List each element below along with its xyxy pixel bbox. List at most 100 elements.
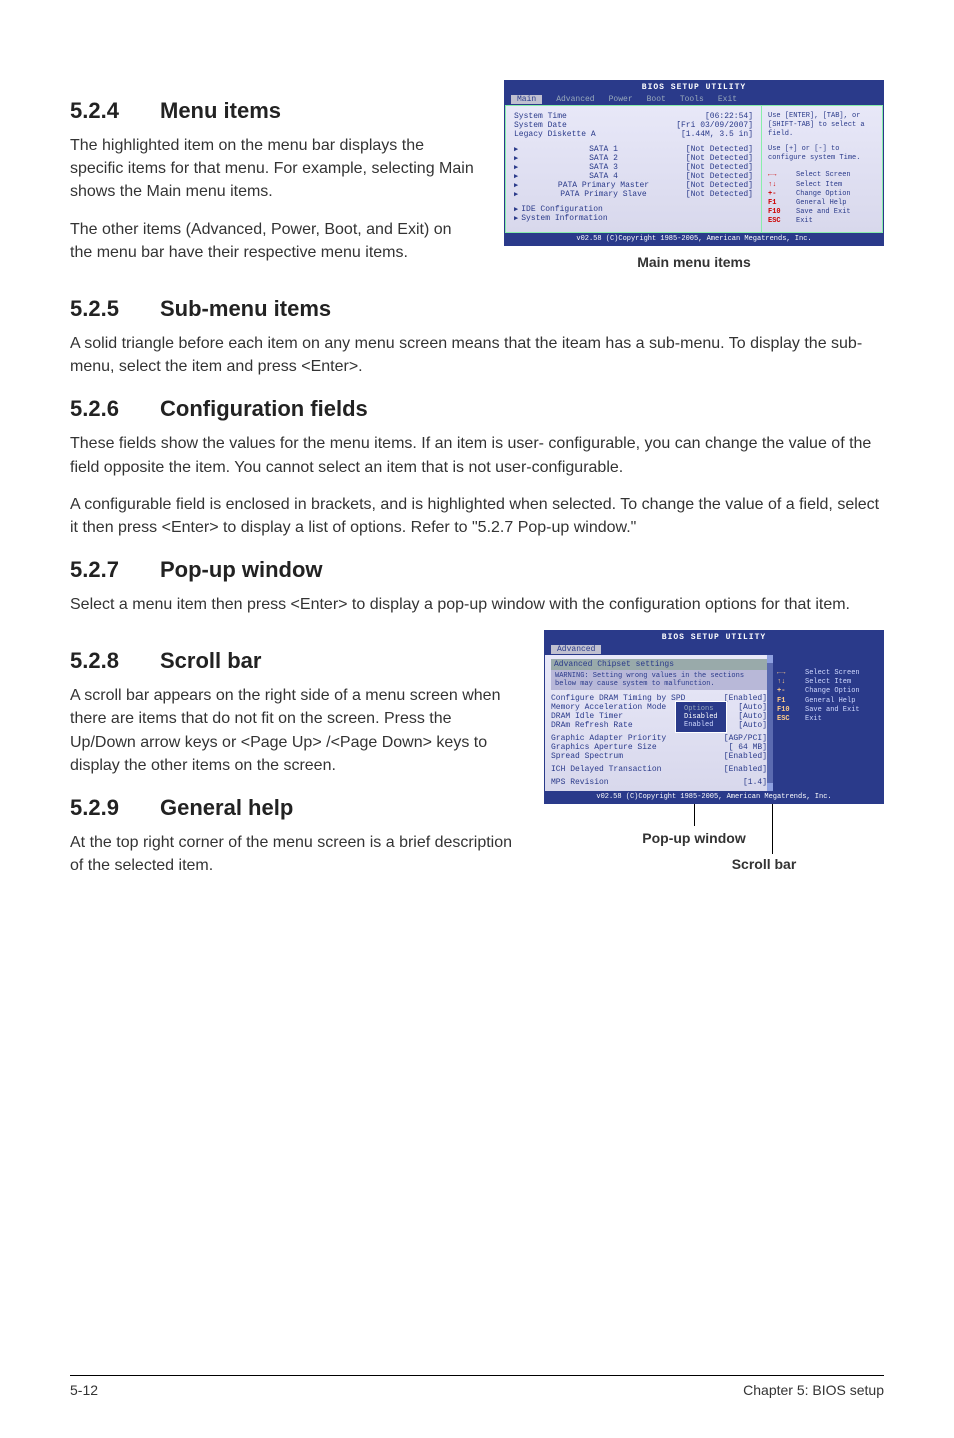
popup-opt-enabled[interactable]: Enabled: [684, 721, 718, 729]
key-pm: +-: [768, 190, 790, 199]
row-diskette[interactable]: Legacy Diskette A: [514, 130, 596, 139]
row-sata3[interactable]: SATA 3: [589, 163, 618, 172]
row-sys-info[interactable]: System Information: [521, 214, 607, 223]
bios2-menubar: Advanced: [545, 644, 883, 655]
key2-f10: F10: [777, 706, 799, 715]
para-526-2: A configurable field is enclosed in brac…: [70, 493, 884, 539]
bios2-tab-advanced[interactable]: Advanced: [551, 645, 601, 654]
row-ich[interactable]: ICH Delayed Transaction: [551, 765, 661, 774]
key-ud: ↑↓: [768, 181, 790, 190]
val-spread[interactable]: [Enabled]: [724, 752, 767, 761]
annotation-line-scroll: [772, 804, 773, 854]
bios2-warning: WARNING: Setting wrong values in the sec…: [551, 670, 767, 690]
key-esc: ESC: [768, 217, 790, 226]
heading-524: 5.2.4Menu items: [70, 98, 474, 124]
para-524-1: The highlighted item on the menu bar dis…: [70, 134, 474, 204]
bios-tab-tools[interactable]: Tools: [680, 95, 704, 104]
scrollbar-up-icon[interactable]: [767, 655, 773, 663]
key-lr: ←→: [768, 171, 790, 180]
bios-copyright: v02.58 (C)Copyright 1985-2005, American …: [505, 233, 883, 245]
row-pata-master[interactable]: PATA Primary Master: [558, 181, 649, 190]
key2-ud: ↑↓: [777, 678, 799, 687]
bios-tab-main[interactable]: Main: [511, 95, 542, 104]
row-sata4[interactable]: SATA 4: [589, 172, 618, 181]
heading-527: 5.2.7Pop-up window: [70, 557, 884, 583]
row-systime[interactable]: System Time: [514, 112, 567, 121]
bios-tab-exit[interactable]: Exit: [718, 95, 737, 104]
val-aperture[interactable]: [ 64 MB]: [729, 743, 767, 752]
caption-main-menu: Main menu items: [504, 254, 884, 270]
para-529: At the top right corner of the menu scre…: [70, 831, 514, 877]
val-mem-accel[interactable]: [Auto]: [738, 703, 767, 712]
val-sata2: [Not Detected]: [686, 154, 753, 163]
bios2-copyright: v02.58 (C)Copyright 1985-2005, American …: [545, 791, 883, 803]
val-graphic-pri[interactable]: [AGP/PCI]: [724, 734, 767, 743]
para-524-2: The other items (Advanced, Power, Boot, …: [70, 218, 474, 264]
para-525: A solid triangle before each item on any…: [70, 332, 884, 378]
row-spread[interactable]: Spread Spectrum: [551, 752, 623, 761]
para-526-1: These fields show the values for the men…: [70, 432, 884, 478]
key2t-help: General Help: [805, 697, 855, 706]
key2t-exit: Exit: [805, 715, 822, 724]
bios-tab-power[interactable]: Power: [609, 95, 633, 104]
val-sata3: [Not Detected]: [686, 163, 753, 172]
keyt-change: Change Option: [796, 190, 851, 199]
scrollbar-down-icon[interactable]: [767, 783, 773, 791]
bios-title: BIOS SETUP UTILITY: [505, 81, 883, 94]
bios2-key-legend: ←→Select Screen ↑↓Select Item +-Change O…: [777, 669, 879, 724]
key2-esc: ESC: [777, 715, 799, 724]
row-dram-idle[interactable]: DRAM Idle Timer: [551, 712, 623, 721]
keyt-help: General Help: [796, 199, 846, 208]
val-mps[interactable]: [1.4]: [743, 778, 767, 787]
row-dram-spd[interactable]: Configure DRAM Timing by SPD: [551, 694, 685, 703]
keyt-item: Select Item: [796, 181, 842, 190]
val-pata-master: [Not Detected]: [686, 181, 753, 190]
bios-menubar: Main Advanced Power Boot Tools Exit: [505, 94, 883, 105]
row-graphic-pri[interactable]: Graphic Adapter Priority: [551, 734, 666, 743]
row-pata-slave[interactable]: PATA Primary Slave: [560, 190, 646, 199]
val-dram-refresh[interactable]: [Auto]: [738, 721, 767, 730]
popup-opt-disabled[interactable]: Disabled: [684, 713, 718, 721]
row-sata1[interactable]: SATA 1: [589, 145, 618, 154]
bios-tab-boot[interactable]: Boot: [647, 95, 666, 104]
key2t-screen: Select Screen: [805, 669, 860, 678]
key-f10: F10: [768, 208, 790, 217]
key2-f1: F1: [777, 697, 799, 706]
row-ide-config[interactable]: IDE Configuration: [521, 205, 603, 214]
popup-title: Options: [684, 705, 718, 713]
row-sysdate[interactable]: System Date: [514, 121, 567, 130]
key2t-save: Save and Exit: [805, 706, 860, 715]
bios2-header: Advanced Chipset settings: [551, 659, 767, 670]
row-sata2[interactable]: SATA 2: [589, 154, 618, 163]
val-diskette[interactable]: [1.44M, 3.5 in]: [681, 130, 753, 139]
bios-tab-advanced[interactable]: Advanced: [556, 95, 594, 104]
footer-page-number: 5-12: [70, 1382, 98, 1398]
val-systime[interactable]: [06:22:54]: [705, 112, 753, 121]
annotation-scroll: Scroll bar: [644, 856, 884, 872]
heading-529: 5.2.9General help: [70, 795, 514, 821]
para-528: A scroll bar appears on the right side o…: [70, 684, 514, 777]
footer-chapter: Chapter 5: BIOS setup: [743, 1382, 884, 1398]
val-ich[interactable]: [Enabled]: [724, 765, 767, 774]
key2t-item: Select Item: [805, 678, 851, 687]
annotation-popup: Pop-up window: [504, 830, 884, 846]
bios-scrollbar[interactable]: [767, 655, 773, 791]
heading-528: 5.2.8Scroll bar: [70, 648, 514, 674]
val-dram-idle[interactable]: [Auto]: [738, 712, 767, 721]
heading-525: 5.2.5Sub-menu items: [70, 296, 884, 322]
para-527: Select a menu item then press <Enter> to…: [70, 593, 884, 616]
row-aperture[interactable]: Graphics Aperture Size: [551, 743, 657, 752]
bios-popup[interactable]: Options Disabled Enabled: [675, 701, 727, 733]
row-dram-refresh[interactable]: DRAm Refresh Rate: [551, 721, 633, 730]
key2-pm: +-: [777, 687, 799, 696]
keyt-exit: Exit: [796, 217, 813, 226]
bios-help-text-2: Use [+] or [-] to configure system Time.: [768, 145, 876, 163]
bios-advanced-screenshot: BIOS SETUP UTILITY Advanced Advanced Chi…: [544, 630, 884, 804]
row-mem-accel[interactable]: Memory Acceleration Mode: [551, 703, 666, 712]
row-mps[interactable]: MPS Revision: [551, 778, 609, 787]
annotation-line-popup: [694, 804, 695, 826]
bios-help-text-1: Use [ENTER], [TAB], or [SHIFT-TAB] to se…: [768, 112, 876, 139]
val-dram-spd[interactable]: [Enabled]: [724, 694, 767, 703]
val-sysdate[interactable]: [Fri 03/09/2007]: [676, 121, 753, 130]
page-footer: 5-12 Chapter 5: BIOS setup: [70, 1375, 884, 1398]
